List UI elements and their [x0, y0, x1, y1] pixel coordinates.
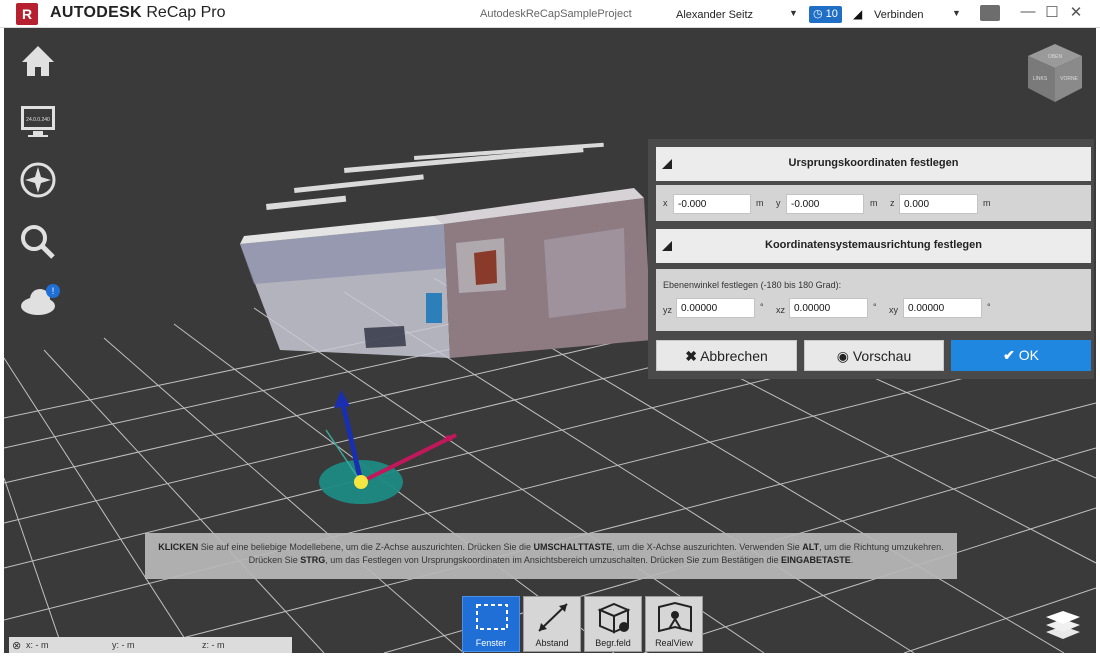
orientation-section-body: Ebenenwinkel festlegen (-180 bis 180 Gra…: [656, 269, 1091, 331]
maximize-button[interactable]: ☐: [1042, 3, 1062, 21]
origin-x-input[interactable]: -0.000: [673, 194, 751, 214]
product-name: ReCap Pro: [146, 4, 226, 21]
eye-icon: ◉: [836, 348, 849, 364]
window-select-icon: [476, 604, 508, 630]
origin-section-header[interactable]: Ursprungskoordinaten festlegen: [656, 147, 1091, 181]
xz-angle-input[interactable]: 0.00000: [789, 298, 868, 318]
angle-hint: Ebenenwinkel festlegen (-180 bis 180 Gra…: [663, 280, 842, 290]
hint-key-click: KLICKEN: [158, 542, 199, 552]
cloud-icon[interactable]: !: [18, 280, 60, 320]
clock-icon: ◷: [813, 8, 823, 20]
coord-x: x: - m: [26, 640, 49, 650]
layers-icon[interactable]: [1044, 608, 1082, 640]
close-icon: ✖: [685, 348, 697, 364]
search-icon[interactable]: [18, 222, 58, 262]
hint-key-shift: UMSCHALTTASTE: [533, 542, 613, 552]
orientation-section-header[interactable]: Koordinatensystemausrichtung festlegen: [656, 229, 1091, 263]
monitor-badge: 24.0.0.240: [26, 117, 50, 123]
settings-icon[interactable]: ⊗: [12, 639, 21, 652]
compass-icon[interactable]: [18, 160, 58, 200]
hint-line-1: KLICKEN Sie auf eine beliebige Modellebe…: [145, 541, 957, 554]
realview-button[interactable]: RealView: [645, 596, 703, 652]
minimize-button[interactable]: —: [1018, 3, 1038, 20]
origin-section-title: Ursprungskoordinaten festlegen: [788, 157, 959, 169]
viewcube[interactable]: OBEN LINKS VORNE: [1026, 42, 1084, 104]
xz-label: xz: [776, 305, 785, 315]
origin-z-input[interactable]: 0.000: [899, 194, 978, 214]
instruction-hint: KLICKEN Sie auf eine beliebige Modellebe…: [145, 533, 957, 579]
close-button[interactable]: ✕: [1066, 3, 1086, 21]
svg-text:!: !: [52, 286, 55, 296]
project-name: AutodeskReCapSampleProject: [480, 8, 632, 20]
home-icon[interactable]: [18, 42, 58, 82]
app-title: AUTODESK ReCap Pro: [50, 4, 226, 22]
viewcube-top: OBEN: [1048, 54, 1063, 60]
yz-label: yz: [663, 305, 672, 315]
tool-label: Begr.feld: [595, 638, 631, 648]
user-menu[interactable]: Alexander Seitz: [676, 9, 753, 21]
x-unit-label: m: [756, 198, 764, 208]
preview-label: Vorschau: [852, 348, 912, 364]
xy-label: xy: [889, 305, 898, 315]
viewcube-left: LINKS: [1033, 76, 1048, 82]
z-unit-label: m: [983, 198, 991, 208]
chevron-down-icon[interactable]: ▼: [952, 8, 961, 18]
recap-logo-icon: R: [16, 3, 38, 25]
tool-label: RealView: [655, 638, 693, 648]
hint-text: , um das Festlegen von Ursprungskoordina…: [325, 555, 781, 565]
connect-icon: ◢: [853, 7, 863, 21]
hint-text: Drücken Sie: [248, 555, 301, 565]
y-label: y: [776, 198, 781, 208]
tool-label: Abstand: [535, 638, 569, 648]
chat-icon[interactable]: [980, 5, 1000, 21]
connect-menu[interactable]: Verbinden: [874, 9, 924, 21]
distance-button[interactable]: Abstand: [523, 596, 581, 652]
hint-key-ctrl: STRG: [300, 555, 326, 565]
orientation-section-title: Koordinatensystemausrichtung festlegen: [765, 239, 982, 251]
notifications-count: 10: [825, 8, 838, 20]
cancel-button[interactable]: ✖ Abbrechen: [656, 340, 797, 371]
limit-box-button[interactable]: Begr.feld: [584, 596, 642, 652]
cancel-label: Abbrechen: [700, 348, 768, 364]
hint-key-alt: ALT: [802, 542, 820, 552]
title-bar: R AUTODESK ReCap Pro AutodeskReCapSample…: [0, 0, 1100, 28]
hint-text: , um die X-Achse auszurichten. Verwenden…: [612, 542, 803, 552]
ok-button[interactable]: ✔ OK: [951, 340, 1091, 371]
hint-text: , um die Richtung umzukehren.: [819, 542, 944, 552]
coord-z: z: - m: [202, 640, 225, 650]
ok-label: OK: [1018, 347, 1039, 363]
xz-unit-label: °: [873, 302, 877, 312]
hint-text: .: [850, 555, 854, 565]
xy-angle-input[interactable]: 0.00000: [903, 298, 982, 318]
brand-name: AUTODESK: [50, 4, 142, 21]
coord-y: y: - m: [112, 640, 135, 650]
xy-unit-label: °: [987, 302, 991, 312]
limit-box-icon: [597, 602, 631, 634]
y-unit-label: m: [870, 198, 878, 208]
z-label: z: [890, 198, 895, 208]
hint-key-enter: EINGABETASTE: [780, 555, 851, 565]
coordinate-settings-panel: Ursprungskoordinaten festlegen x -0.000 …: [648, 139, 1094, 379]
x-label: x: [663, 198, 668, 208]
window-select-button[interactable]: Fenster: [462, 596, 520, 652]
origin-y-input[interactable]: -0.000: [786, 194, 864, 214]
realview-icon: [658, 601, 692, 633]
hint-line-2: Drücken Sie STRG, um das Festlegen von U…: [145, 554, 957, 567]
yz-unit-label: °: [760, 302, 764, 312]
notifications-button[interactable]: ◷ 10: [809, 6, 842, 23]
measure-icon: [538, 603, 568, 632]
cursor-coordinates: ⊗ x: - m y: - m z: - m: [9, 637, 292, 653]
checkmark-icon: ✔: [1003, 347, 1015, 363]
preview-button[interactable]: ◉ Vorschau: [804, 340, 944, 371]
tool-label: Fenster: [475, 638, 507, 648]
viewcube-right: VORNE: [1060, 76, 1078, 82]
yz-angle-input[interactable]: 0.00000: [676, 298, 755, 318]
chevron-down-icon[interactable]: ▼: [789, 8, 798, 18]
origin-section-body: x -0.000 m y -0.000 m z 0.000 m: [656, 185, 1091, 221]
hint-text: Sie auf eine beliebige Modellebene, um d…: [198, 542, 534, 552]
monitor-icon[interactable]: 24.0.0.240: [18, 100, 58, 140]
